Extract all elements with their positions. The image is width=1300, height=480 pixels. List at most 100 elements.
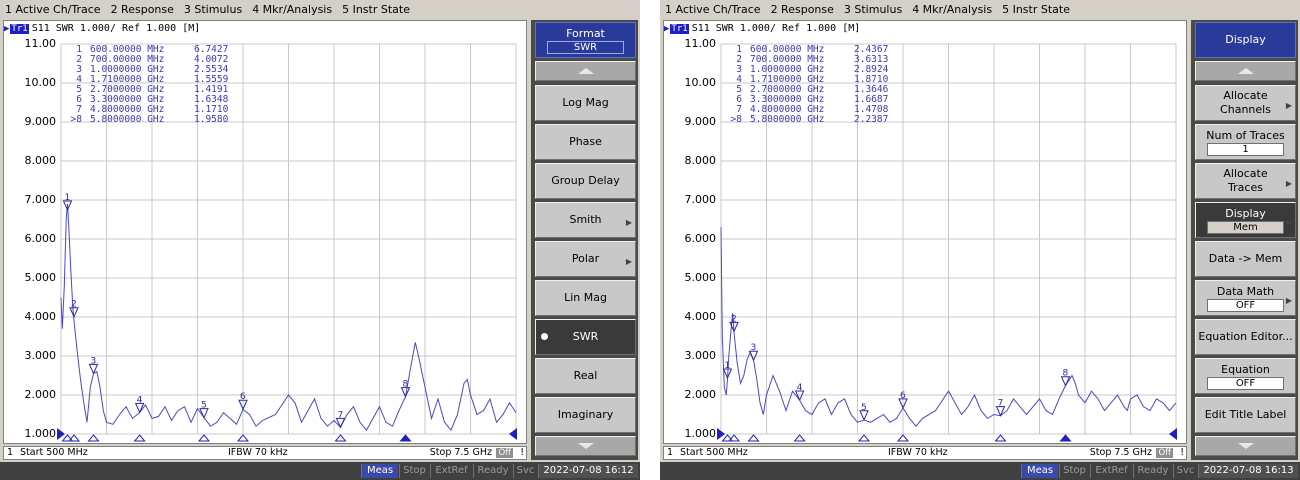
marker-1-label: 1 — [725, 361, 731, 371]
marker-num: >8 — [70, 114, 82, 125]
softkey-num-of-traces[interactable]: Num of Traces 1 — [1195, 124, 1296, 160]
softkey-label: Log Mag — [562, 96, 609, 109]
softkey-panel: Format SWR Log Mag Phase Group Delay Smith ▶ Po… — [531, 20, 638, 460]
softkey-menu-title-format[interactable]: Format SWR — [535, 22, 636, 58]
instrument-status-bar: Meas Stop ExtRef Ready Svc 2022-07-08 16… — [0, 462, 640, 480]
trace-box[interactable]: Tr1 — [10, 23, 29, 34]
softkey-menu-title-display[interactable]: Display — [1195, 22, 1296, 58]
trace-setting: S11 SWR 1.000/ Ref 1.000 [M] — [691, 23, 861, 34]
menu-stimulus[interactable]: 3 Stimulus — [839, 3, 907, 16]
if-bandwidth[interactable]: IFBW 70 kHz — [228, 447, 288, 458]
marker-readout-row: >8 5.8000000 GHz 2.2387 — [722, 115, 904, 125]
softkey-label: Data Math — [1216, 284, 1275, 298]
warning-indicator: ! — [520, 447, 524, 458]
trace-box[interactable]: Tr1 — [670, 23, 689, 34]
softkey-scroll-up[interactable] — [1195, 61, 1296, 81]
marker-value: 1.9580 — [194, 114, 229, 125]
ref-level-arrow — [1169, 428, 1177, 440]
softkey-group-delay[interactable]: Group Delay — [535, 163, 636, 199]
menu-active-ch-trace[interactable]: 1 Active Ch/Trace — [660, 3, 766, 16]
stop-frequency[interactable]: Stop 7.5 GHz — [430, 447, 492, 458]
stimulus-marker-3[interactable] — [747, 434, 760, 442]
ready-indicator: Ready — [473, 464, 512, 478]
menu-instr-state[interactable]: 5 Instr State — [337, 3, 415, 16]
softkey-polar[interactable]: Polar ▶ — [535, 241, 636, 277]
y-tick-label: 6.000 — [24, 232, 57, 245]
softkey-scroll-up[interactable] — [535, 61, 636, 81]
meas-indicator: Meas — [1021, 464, 1058, 478]
menu-response[interactable]: 2 Response — [106, 3, 179, 16]
warning-indicator: ! — [1180, 447, 1184, 458]
softkey-swr[interactable]: SWR — [535, 319, 636, 355]
start-frequency[interactable]: Start 500 MHz — [670, 447, 750, 458]
meas-indicator: Meas — [361, 464, 398, 478]
stop-frequency[interactable]: Stop 7.5 GHz — [1090, 447, 1152, 458]
softkey-panel: Display Allocate Channels ▶ Num of Traces 1 A… — [1191, 20, 1298, 460]
softkey-data-math[interactable]: Data Math OFF ▶ — [1195, 280, 1296, 316]
softkey-label: Data -> Mem — [1208, 252, 1283, 265]
stimulus-marker-8[interactable] — [1059, 434, 1072, 442]
menu-bar: 1 Active Ch/Trace 2 Response 3 Stimulus … — [660, 0, 1300, 18]
softkey-value: OFF — [1207, 376, 1284, 390]
y-tick-label: 9.000 — [24, 115, 57, 128]
date-time: 2022-07-08 16:13 — [1198, 464, 1298, 478]
svc-indicator: Svc — [513, 464, 537, 478]
stimulus-marker-8[interactable] — [399, 434, 412, 442]
softkey-label: Edit Title Label — [1204, 408, 1287, 421]
stimulus-marker-4[interactable] — [793, 434, 806, 442]
softkey-edit-title-label[interactable]: Edit Title Label — [1195, 397, 1296, 433]
menu-active-ch-trace[interactable]: 1 Active Ch/Trace — [0, 3, 106, 16]
softkey-display[interactable]: Display Mem ▶ — [1195, 202, 1296, 238]
stimulus-marker-7[interactable] — [994, 434, 1007, 442]
stimulus-marker-4[interactable] — [133, 434, 146, 442]
softkey-smith[interactable]: Smith ▶ — [535, 202, 636, 238]
stimulus-marker-5[interactable] — [857, 434, 871, 442]
menu-stimulus[interactable]: 3 Stimulus — [179, 3, 247, 16]
softkey-allocate-traces[interactable]: Allocate Traces ▶ — [1195, 163, 1296, 199]
menu-mkr-analysis[interactable]: 4 Mkr/Analysis — [907, 3, 997, 16]
menu-response[interactable]: 2 Response — [766, 3, 839, 16]
stimulus-marker-7[interactable] — [334, 434, 347, 442]
y-tick-label: 3.000 — [684, 349, 717, 362]
y-tick-label: 9.000 — [684, 115, 717, 128]
softkey-value: 1 — [1207, 142, 1284, 156]
marker-2-label: 2 — [731, 314, 737, 324]
y-tick-label: 4.000 — [684, 310, 717, 323]
swr-plot[interactable]: 1 2 3 4 5 6 7 8 ▶ Tr1 S11 SWR 1.000/ Ref 1.000 … — [663, 20, 1187, 444]
softkey-imaginary[interactable]: Imaginary — [535, 397, 636, 433]
instrument-status-bar: Meas Stop ExtRef Ready Svc 2022-07-08 16… — [660, 462, 1300, 480]
softkey-label: Lin Mag — [564, 291, 607, 304]
stop-indicator: Stop — [399, 464, 429, 478]
stimulus-marker-6[interactable] — [896, 434, 910, 442]
y-tick-label: 2.000 — [24, 388, 57, 401]
softkey-label: SWR — [572, 330, 599, 343]
y-tick-label: 2.000 — [684, 388, 717, 401]
softkey-lin-mag[interactable]: Lin Mag — [535, 280, 636, 316]
softkey-allocate-channels[interactable]: Allocate Channels ▶ — [1195, 85, 1296, 121]
menu-mkr-analysis[interactable]: 4 Mkr/Analysis — [247, 3, 337, 16]
menu-instr-state[interactable]: 5 Instr State — [997, 3, 1075, 16]
y-tick-label: 8.000 — [24, 154, 57, 167]
stimulus-marker-5[interactable] — [197, 434, 211, 442]
if-bandwidth[interactable]: IFBW 70 kHz — [888, 447, 948, 458]
stimulus-marker-3[interactable] — [87, 434, 100, 442]
y-tick-label: 7.000 — [684, 193, 717, 206]
marker-6-label: 6 — [900, 391, 906, 401]
softkey-equation[interactable]: Equation OFF — [1195, 358, 1296, 394]
softkey-phase[interactable]: Phase — [535, 124, 636, 160]
softkey-log-mag[interactable]: Log Mag — [535, 85, 636, 121]
submenu-arrow-icon: ▶ — [1285, 296, 1292, 305]
softkey-scroll-down[interactable] — [1195, 436, 1296, 456]
start-frequency[interactable]: Start 500 MHz — [10, 447, 90, 458]
stimulus-marker-6[interactable] — [236, 434, 250, 442]
softkey-scroll-down[interactable] — [535, 436, 636, 456]
softkey-value: Mem — [1207, 220, 1284, 234]
swr-plot[interactable]: 1 2 3 4 5 6 7 8 ▶ Tr1 S11 SWR 1.000/ Ref 1.000 … — [3, 20, 527, 444]
softkey-value: SWR — [547, 40, 624, 54]
softkey-equation-editor[interactable]: Equation Editor... — [1195, 319, 1296, 355]
softkey-label: Allocate Channels — [1220, 89, 1271, 116]
sweep-off-badge: Off — [496, 448, 513, 458]
softkey-data-mem[interactable]: Data -> Mem — [1195, 241, 1296, 277]
softkey-real[interactable]: Real — [535, 358, 636, 394]
stop-indicator: Stop — [1059, 464, 1089, 478]
